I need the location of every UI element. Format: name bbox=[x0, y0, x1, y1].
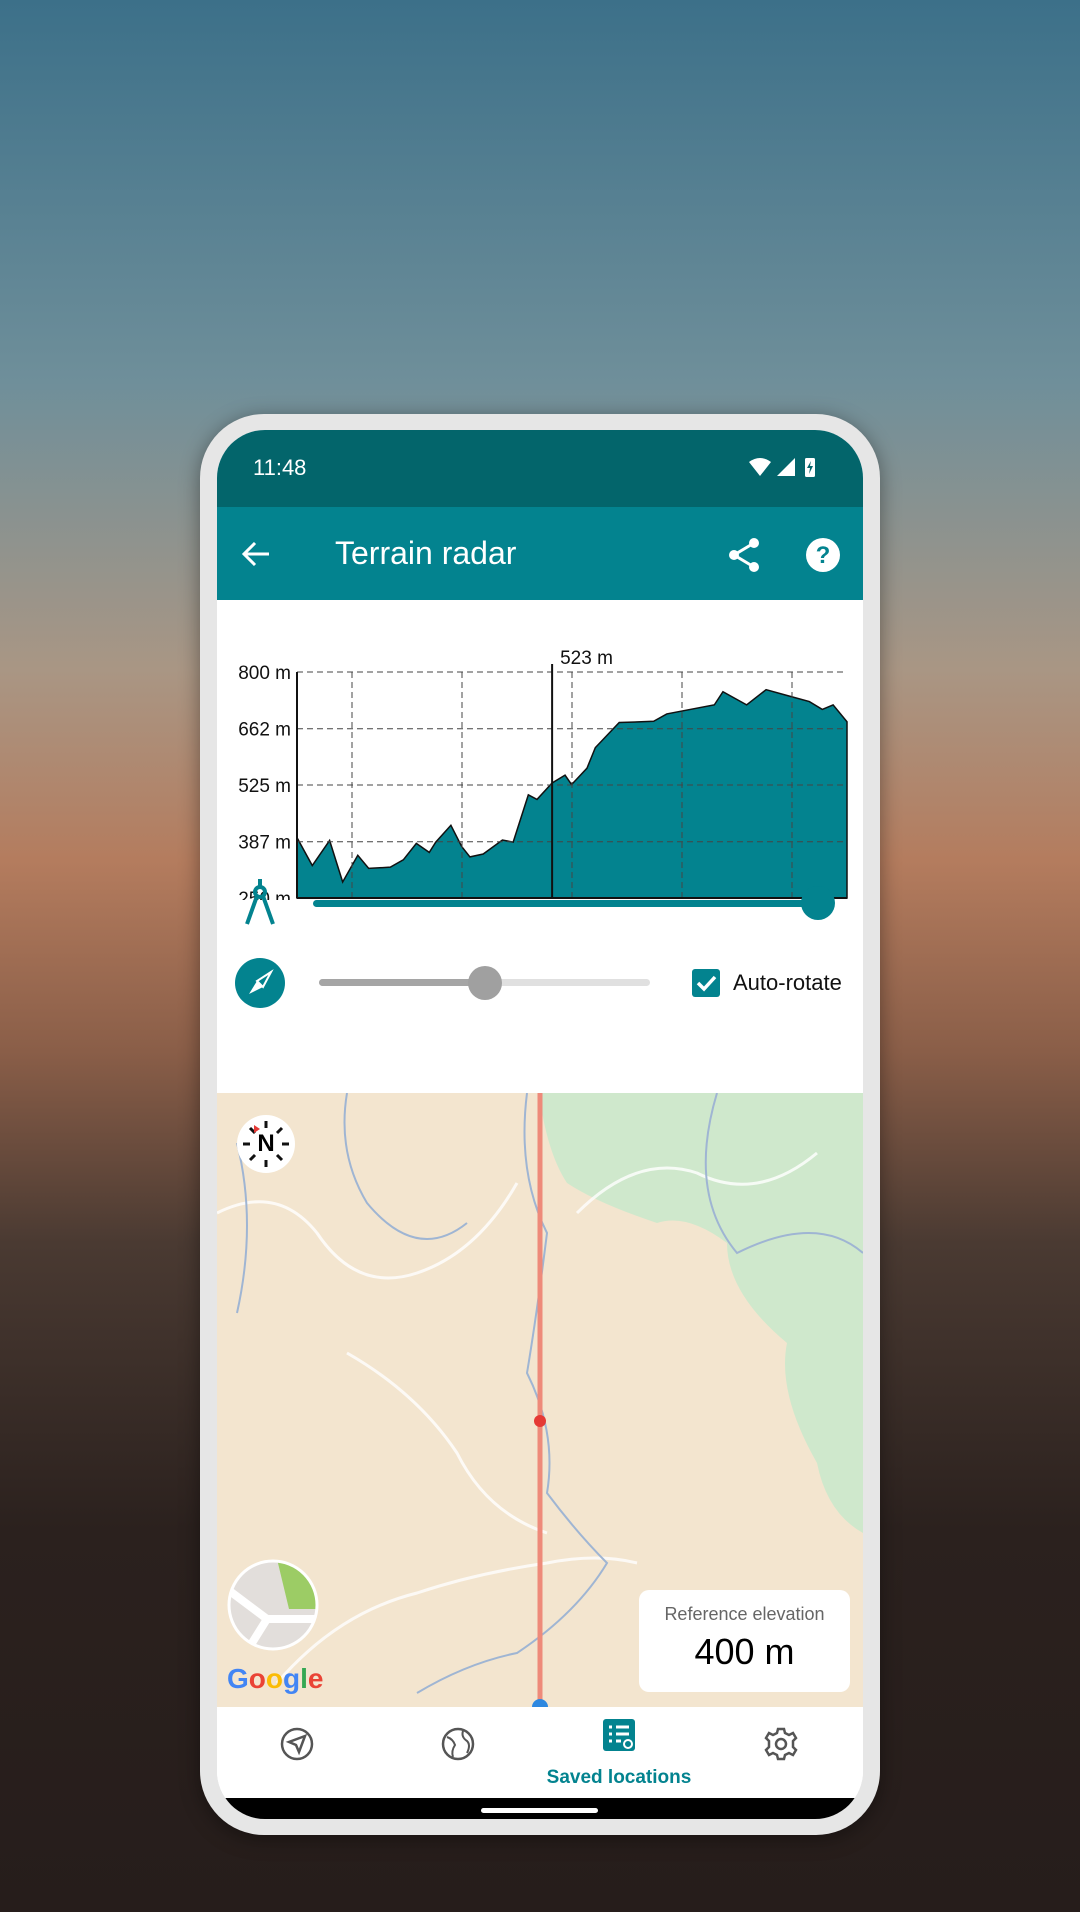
auto-rotate-label: Auto-rotate bbox=[733, 970, 842, 995]
share-button[interactable] bbox=[727, 537, 761, 573]
google-logo: Google bbox=[227, 1663, 324, 1694]
distance-slider-thumb[interactable] bbox=[801, 886, 835, 920]
y-tick-label: 662 m bbox=[238, 720, 291, 741]
rotation-slider-thumb[interactable] bbox=[467, 966, 502, 1000]
reference-elevation-label: Reference elevation bbox=[664, 1604, 825, 1624]
elevation-chart[interactable]: 250 m387 m525 m662 m800 m990 m2970 m4950… bbox=[217, 600, 863, 900]
navigation-icon bbox=[285, 1733, 308, 1756]
y-tick-label: 525 m bbox=[238, 776, 291, 797]
system-nav-bar bbox=[217, 1798, 863, 1819]
nav-label-saved-locations[interactable]: Saved locations bbox=[519, 1767, 719, 1789]
cursor-label: 523 m bbox=[560, 648, 613, 669]
signal-icon bbox=[777, 458, 795, 476]
page-title: Terrain radar bbox=[335, 535, 517, 571]
nav-item-navigate[interactable] bbox=[280, 1727, 314, 1761]
north-compass-button[interactable]: N bbox=[237, 1115, 295, 1173]
nav-item-settings[interactable] bbox=[764, 1727, 798, 1761]
share-icon bbox=[729, 538, 759, 572]
north-label: N bbox=[257, 1130, 275, 1157]
gear-icon bbox=[764, 1727, 798, 1761]
origin-marker bbox=[532, 1699, 548, 1707]
rotation-button[interactable] bbox=[235, 958, 285, 1008]
y-tick-label: 800 m bbox=[238, 663, 291, 684]
map-type-button[interactable] bbox=[227, 1559, 319, 1651]
distance-slider-track[interactable] bbox=[313, 900, 818, 907]
nav-item-globe[interactable] bbox=[441, 1727, 475, 1761]
status-time: 11:48 bbox=[253, 455, 307, 480]
arrow-left-icon bbox=[241, 541, 269, 567]
wifi-icon bbox=[749, 458, 771, 476]
home-indicator[interactable] bbox=[481, 1808, 598, 1813]
reference-elevation-card[interactable]: Reference elevation 400 m bbox=[639, 1590, 850, 1692]
status-icons bbox=[749, 458, 815, 477]
reference-elevation-value: 400 m bbox=[694, 1631, 795, 1672]
check-icon bbox=[696, 975, 717, 992]
svg-text:?: ? bbox=[816, 542, 831, 569]
help-button[interactable]: ? bbox=[805, 537, 841, 573]
back-button[interactable] bbox=[241, 540, 271, 568]
screen: 11:48 Terrain radar ? 250 m 387 m 525 m 662… bbox=[217, 430, 863, 1819]
status-bar: 11:48 bbox=[217, 430, 863, 507]
y-tick-label: 387 m bbox=[238, 833, 291, 854]
bottom-navigation: Saved locations bbox=[217, 1707, 863, 1798]
position-marker bbox=[534, 1415, 546, 1427]
saved-list-icon bbox=[603, 1719, 635, 1751]
drafting-compass-icon bbox=[245, 879, 275, 925]
auto-rotate-checkbox[interactable] bbox=[692, 969, 720, 997]
app-bar: Terrain radar ? bbox=[217, 507, 863, 600]
elevation-chart-panel: 250 m387 m525 m662 m800 m990 m2970 m4950… bbox=[217, 600, 863, 1093]
